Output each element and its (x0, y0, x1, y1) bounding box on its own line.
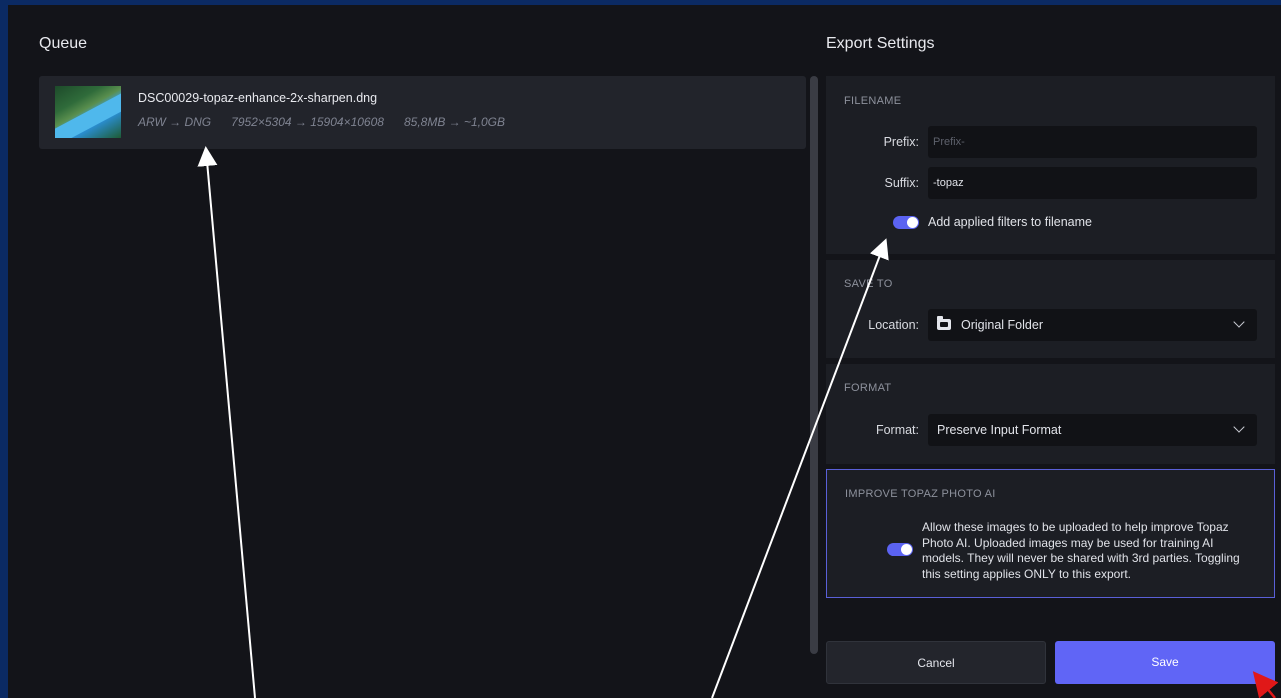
file-size: 85,8MB → ~1,0GB (403, 115, 506, 129)
suffix-input[interactable]: -topaz (928, 167, 1257, 199)
chevron-down-icon (1233, 316, 1245, 328)
add-filters-label: Add applied filters to filename (928, 215, 1092, 229)
prefix-input[interactable]: Prefix- (928, 126, 1257, 158)
filename-panel: FILENAME Prefix: Prefix- Suffix: -topaz … (826, 76, 1275, 254)
add-filters-toggle[interactable] (893, 216, 919, 229)
improve-description: Allow these images to be uploaded to hel… (922, 520, 1240, 581)
queue-item[interactable]: DSC00029-topaz-enhance-2x-sharpen.dng AR… (39, 76, 806, 149)
location-label: Location: (868, 318, 919, 332)
export-settings-title: Export Settings (826, 35, 935, 52)
format-section-label: FORMAT (844, 382, 892, 394)
queue-scrollbar[interactable] (810, 76, 818, 654)
location-value: Original Folder (961, 318, 1043, 332)
improve-section-label: IMPROVE TOPAZ PHOTO AI (845, 488, 996, 500)
improve-toggle[interactable] (887, 543, 913, 556)
file-meta: ARW → DNG 7952×5304 → 15904×10608 85,8MB… (138, 115, 505, 129)
cancel-button[interactable]: Cancel (826, 641, 1046, 684)
prefix-label: Prefix: (883, 135, 919, 149)
save-to-section-label: SAVE TO (844, 278, 893, 290)
save-to-panel: SAVE TO Location: Original Folder (826, 260, 1275, 358)
file-dimensions: 7952×5304 → 15904×10608 (231, 115, 384, 129)
file-format: ARW → DNG (138, 115, 212, 129)
file-name: DSC00029-topaz-enhance-2x-sharpen.dng (138, 91, 378, 105)
format-select[interactable]: Preserve Input Format (928, 414, 1257, 446)
format-panel: FORMAT Format: Preserve Input Format (826, 364, 1275, 464)
suffix-label: Suffix: (884, 176, 919, 190)
format-value: Preserve Input Format (937, 423, 1062, 437)
folder-icon (937, 316, 951, 330)
filename-section-label: FILENAME (844, 95, 902, 107)
improve-panel: IMPROVE TOPAZ PHOTO AI Allow these image… (826, 469, 1275, 598)
save-button[interactable]: Save (1055, 641, 1275, 684)
format-label: Format: (875, 423, 919, 437)
chevron-down-icon (1233, 421, 1245, 433)
location-select[interactable]: Original Folder (928, 309, 1257, 341)
export-window: Queue DSC00029-topaz-enhance-2x-sharpen.… (8, 5, 1281, 698)
image-thumbnail (55, 86, 121, 138)
queue-title: Queue (39, 35, 88, 52)
